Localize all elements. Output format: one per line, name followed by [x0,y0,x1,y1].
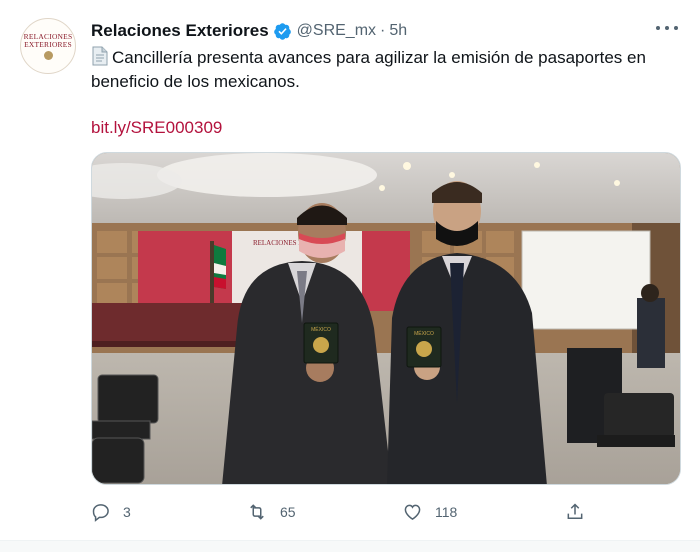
account-name[interactable]: Relaciones Exteriores [91,21,269,41]
verified-badge-icon [273,22,291,40]
more-dot-icon [656,26,660,30]
page-facing-up-icon [92,46,108,66]
timeline-divider [0,540,700,552]
like-count: 118 [435,504,458,520]
reply-count: 3 [123,504,131,520]
tweet-link[interactable]: bit.ly/SRE000309 [91,118,222,138]
retweet-icon [250,504,264,520]
retweet-count: 65 [280,504,296,520]
separator: · [380,22,386,39]
passport-left-text: MÉXICO [311,326,331,333]
tweet-actions: 3 65 118 [91,497,591,527]
share-icon [567,503,583,519]
tweet-media-photo[interactable]: RELACIONES EXTERIORES MÉXICO MÉXICO [91,152,681,485]
reply-button[interactable]: 3 [91,497,131,527]
more-dot-icon [665,26,669,30]
avatar-logo-text-line2: EXTERIORES [24,39,72,49]
account-handle[interactable]: @SRE_mx [297,22,376,40]
more-dot-icon [674,26,678,30]
tweet-text-body: Cancillería presenta avances para agiliz… [91,48,646,91]
photo-scene: RELACIONES EXTERIORES MÉXICO MÉXICO [92,153,680,484]
tweet-card[interactable]: RELACIONES EXTERIORES Relaciones Exterio… [0,0,700,540]
more-options-button[interactable] [656,18,678,38]
timestamp[interactable]: 5h [389,22,407,40]
seal-icon [43,50,53,60]
passport-left: MÉXICO [303,322,339,364]
share-button[interactable] [565,497,585,527]
passport-right: MÉXICO [406,326,442,368]
heart-icon [404,504,421,520]
reply-icon [92,504,109,522]
passport-right-text: MÉXICO [414,330,434,337]
tweet-text: Cancillería presenta avances para agiliz… [91,46,671,94]
retweet-button[interactable]: 65 [246,497,296,527]
avatar[interactable]: RELACIONES EXTERIORES [20,18,76,74]
tweet-header: Relaciones Exteriores @SRE_mx · 5h [91,20,407,42]
like-button[interactable]: 118 [402,497,457,527]
